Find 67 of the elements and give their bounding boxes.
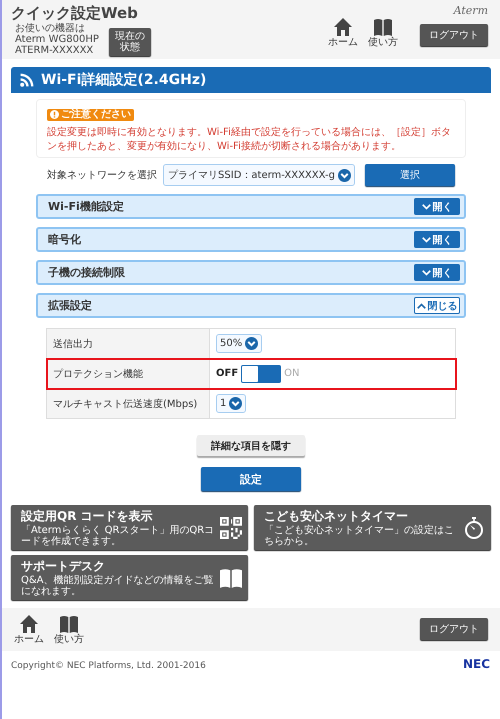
- device-name: ATERM-XXXXXX: [15, 45, 94, 56]
- book-icon: [373, 17, 393, 37]
- link-card[interactable]: 設定用QR コードを表示 「Atermらくらく QRスタート」用のQRコードを作成できます。: [11, 505, 248, 550]
- section-header[interactable]: 拡張設定 閉じる: [36, 293, 466, 318]
- card-title: 設定用QR コードを表示: [21, 508, 154, 524]
- collapse-button[interactable]: 閉じる: [414, 297, 460, 314]
- section-title: 拡張設定: [48, 298, 92, 313]
- card-description: 「Atermらくらく QRスタート」用のQRコードを作成できます。: [21, 525, 216, 547]
- home-link[interactable]: ホーム: [328, 17, 358, 48]
- status-button[interactable]: 現在の 状態: [108, 28, 151, 56]
- card-description: Q&A、機能別設定ガイドなどの情報をご覧になれます。: [21, 575, 215, 597]
- network-label: 対象ネットワークを選択: [47, 168, 158, 182]
- home-icon: [19, 614, 39, 634]
- guide-link[interactable]: 使い方: [368, 17, 398, 48]
- setting-label: 送信出力: [46, 328, 210, 358]
- notice-badge: ご注意ください: [47, 108, 134, 120]
- notice-text: 設定変更は即時に有効となります。Wi-Fi経由で設定を行っている場合には、［設定］ボタンを押したあと、変更が有効になり、Wi-Fi接続が切断される場合があります。: [47, 126, 452, 154]
- setting-label: プロテクション機能: [46, 358, 210, 388]
- chevron-down-icon: [422, 204, 430, 210]
- home-icon: [333, 17, 353, 37]
- copyright-text: Copyright© NEC Platforms, Ltd. 2001-2016: [11, 661, 206, 671]
- stopwatch-icon: [463, 516, 485, 538]
- section-header[interactable]: 暗号化 開く: [36, 227, 466, 252]
- dropdown-icon: [229, 397, 242, 410]
- apply-button[interactable]: 設定: [201, 467, 301, 491]
- chevron-down-icon: [422, 236, 430, 242]
- warning-icon: [50, 110, 59, 119]
- device-label: お使いの機器は: [15, 23, 86, 34]
- select-button[interactable]: 選択: [364, 164, 455, 186]
- app-title: クイック設定Web: [11, 4, 139, 22]
- guide-link[interactable]: 使い方: [54, 614, 84, 645]
- dropdown-icon: [338, 168, 351, 182]
- expand-button[interactable]: 開く: [414, 231, 460, 248]
- link-card[interactable]: サポートデスク Q&A、機能別設定ガイドなどの情報をご覧になれます。: [11, 555, 248, 600]
- book-icon: [59, 614, 79, 634]
- network-select[interactable]: プライマリSSID：aterm-XXXXXX-g: [163, 164, 355, 186]
- page-title: Wi-Fi詳細設定(2.4GHz): [41, 71, 206, 89]
- qr-code-icon: [220, 516, 242, 538]
- setting-label: マルチキャスト伝送速度(Mbps): [46, 388, 210, 418]
- home-link[interactable]: ホーム: [14, 614, 44, 645]
- toggle-switch[interactable]: [241, 364, 282, 382]
- card-title: サポートデスク: [21, 558, 106, 574]
- section-header[interactable]: Wi-Fi機能設定 開く: [36, 194, 466, 219]
- chevron-down-icon: [422, 270, 430, 276]
- section-title: Wi-Fi機能設定: [48, 199, 124, 214]
- section-title: 暗号化: [48, 232, 81, 247]
- expand-button[interactable]: 開く: [414, 198, 460, 215]
- device-model: Aterm WG800HP: [15, 34, 99, 45]
- company-logo: NEC: [462, 657, 490, 671]
- on-label: ON: [284, 368, 300, 379]
- expand-button[interactable]: 開く: [414, 264, 460, 281]
- value-select[interactable]: 50%: [216, 334, 262, 353]
- section-title: 子機の接続制限: [48, 265, 125, 280]
- brand-logo: Aterm: [454, 4, 488, 17]
- value-select[interactable]: 1: [216, 394, 246, 413]
- dropdown-icon: [245, 337, 258, 350]
- logout-button[interactable]: ログアウト: [420, 618, 488, 640]
- wifi-icon: [19, 72, 35, 88]
- card-description: 「こども安心ネットタイマー」の設定はこちらから。: [264, 525, 455, 547]
- off-label: OFF: [216, 368, 238, 379]
- chevron-up-icon: [416, 302, 426, 308]
- link-card[interactable]: こども安心ネットタイマー 「こども安心ネットタイマー」の設定はこちらから。: [254, 505, 491, 550]
- card-title: こども安心ネットタイマー: [264, 508, 409, 524]
- hide-details-button[interactable]: 詳細な項目を隠す: [197, 435, 305, 456]
- logout-button[interactable]: ログアウト: [420, 24, 488, 46]
- book-icon: [220, 566, 242, 588]
- section-header[interactable]: 子機の接続制限 開く: [36, 260, 466, 285]
